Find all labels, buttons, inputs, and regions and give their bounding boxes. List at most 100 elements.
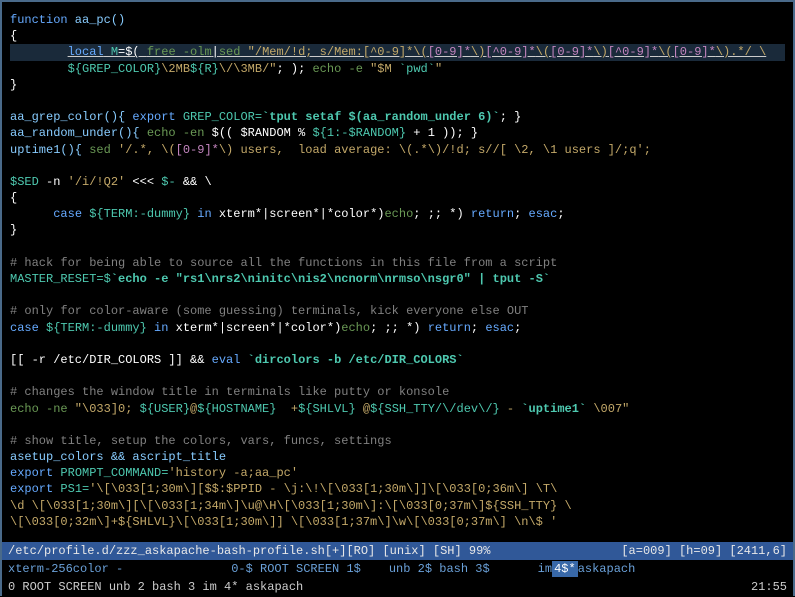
op: <<<	[125, 175, 161, 189]
str: "/Mem/!d; s/Mem:[^0-9]*\(	[240, 45, 427, 59]
regex: [0-9]*	[673, 45, 716, 59]
var: ${USER}	[140, 402, 190, 416]
func: aa_random_under(){	[10, 126, 147, 140]
cmd: echo	[384, 207, 413, 221]
op: -n	[39, 175, 68, 189]
regex: [^0-9]*	[485, 45, 535, 59]
var: MASTER_RESET=$	[10, 272, 111, 286]
screen-window-bar[interactable]: xterm-256color - 0-$ ROOT SCREEN 1$ unb …	[2, 560, 793, 578]
regex: [0-9]*	[428, 45, 471, 59]
expr: $(( $RANDOM %	[204, 126, 312, 140]
var: ${SSH_TTY/\/dev\/}	[370, 402, 500, 416]
subst: `pwd`	[399, 62, 435, 76]
comment: # show title, setup the colors, vars, fu…	[10, 433, 785, 449]
call: asetup_colors && ascript_title	[10, 449, 785, 465]
keyword: eval	[212, 353, 241, 367]
regex: [0-9]*	[176, 143, 219, 157]
comment: # changes the window title in terminals …	[10, 384, 785, 400]
pattern: xterm*|screen*|*color*)	[168, 321, 341, 335]
op: ;	[514, 207, 528, 221]
keyword: case	[10, 321, 39, 335]
str: \/\3MB/"	[219, 62, 277, 76]
var: ${SHLVL}	[298, 402, 356, 416]
cmd: echo -en	[147, 126, 205, 140]
var: PROMPT_COMMAND=	[53, 466, 168, 480]
keyword: export	[132, 110, 175, 124]
str: \(	[536, 45, 550, 59]
cmd: sed	[219, 45, 241, 59]
test: [[ -r /etc/DIR_COLORS ]] &&	[10, 353, 212, 367]
str: \2MB	[161, 62, 190, 76]
brace: }	[10, 77, 785, 93]
str: \[\033[0;32m\]+${SHLVL}\[\033[1;30m\]] \…	[10, 514, 785, 530]
keyword: export	[10, 466, 53, 480]
vim-statusbar: /etc/profile.d/zzz_askapache-bash-profil…	[2, 542, 793, 560]
var: ${R}	[190, 62, 219, 76]
screen-win-active[interactable]: 4$*	[552, 561, 578, 577]
cmd: echo -ne	[10, 402, 68, 416]
func: aa_grep_color(){	[10, 110, 132, 124]
keyword: function	[10, 13, 68, 27]
var: ${GREP_COLOR}	[10, 62, 161, 76]
op: ; ;; *)	[370, 321, 428, 335]
str: \)	[593, 45, 607, 59]
var: ${HOSTNAME}	[197, 402, 276, 416]
var: ${TERM:-dummy}	[39, 321, 154, 335]
str: -	[500, 402, 522, 416]
op: ;	[514, 321, 521, 335]
str: \d \[\033[1;30m\][\[\033[1;34m\]\u@\H\[\…	[10, 498, 785, 514]
op: ; ;; *)	[413, 207, 471, 221]
screen-win-name: askapach	[578, 561, 636, 577]
clock: 21:55	[751, 579, 787, 595]
keyword: esac	[529, 207, 558, 221]
status2-left: 0 ROOT SCREEN unb 2 bash 3 im 4* askapac…	[8, 579, 303, 595]
str: '/.*, \(	[111, 143, 176, 157]
var: ${1:-$RANDOM}	[312, 126, 406, 140]
op: ;	[557, 207, 564, 221]
op: =$(	[118, 45, 147, 59]
pattern: xterm*|screen*|*color*)	[212, 207, 385, 221]
cmd: echo	[341, 321, 370, 335]
pipe: |	[212, 45, 219, 59]
keyword: in	[197, 207, 211, 221]
status-right: [a=009] [h=09] [2411,6]	[621, 543, 787, 559]
screen-win-im: im	[538, 561, 552, 577]
screen-status-bar: 0 ROOT SCREEN unb 2 bash 3 im 4* askapac…	[2, 578, 793, 596]
str: @	[356, 402, 370, 416]
comment: # only for color-aware (some guessing) t…	[10, 303, 785, 319]
code-editor[interactable]: function aa_pc() { local M=$( free -olm|…	[2, 2, 793, 542]
cmd: free -olm	[147, 45, 212, 59]
subst: `dircolors -b /etc/DIR_COLORS`	[240, 353, 463, 367]
str: \).*/ \	[716, 45, 766, 59]
keyword: local	[68, 45, 104, 59]
regex: [^0-9]*	[608, 45, 658, 59]
keyword: return	[428, 321, 471, 335]
indent	[10, 207, 53, 221]
subst: `tput setaf $(aa_random_under 6)`	[262, 110, 500, 124]
op: ; }	[500, 110, 522, 124]
str: "	[435, 62, 442, 76]
op: ; );	[276, 62, 312, 76]
str: "$M	[363, 62, 399, 76]
op: && \	[176, 175, 212, 189]
var: M	[104, 45, 118, 59]
func: uptime1(){	[10, 143, 89, 157]
keyword: in	[154, 321, 168, 335]
screen-win-2[interactable]: unb 2$ bash 3$	[389, 561, 490, 577]
brace: {	[10, 28, 785, 44]
var: ${TERM:-dummy}	[82, 207, 197, 221]
str: \) users, load average: \(.*\)/!d; s//[ …	[219, 143, 651, 157]
cmd: sed	[89, 143, 111, 157]
status-left: /etc/profile.d/zzz_askapache-bash-profil…	[8, 543, 490, 559]
comment: # hack for being able to source all the …	[10, 255, 785, 271]
op: + 1 )); }	[406, 126, 478, 140]
str: "\033]0;	[68, 402, 140, 416]
str: 'history -a;aa_pc'	[168, 466, 298, 480]
var: GREP_COLOR=	[176, 110, 262, 124]
term-type: xterm-256color -	[8, 561, 123, 577]
op: ;	[471, 321, 485, 335]
str: \(	[658, 45, 672, 59]
subst: `uptime1`	[521, 402, 586, 416]
brace: }	[10, 222, 785, 238]
screen-win-0[interactable]: 0-$ ROOT SCREEN 1$	[231, 561, 361, 577]
